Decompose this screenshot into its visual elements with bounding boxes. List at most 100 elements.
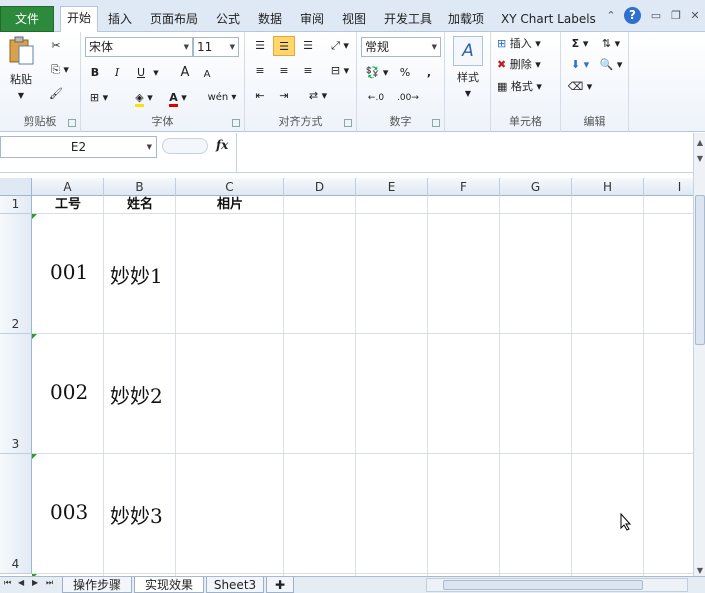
formula-input[interactable] <box>236 133 693 173</box>
align-right-icon[interactable]: ≡ <box>299 61 317 81</box>
tab-addins[interactable]: 加载项 <box>448 8 484 32</box>
phonetic-icon[interactable]: wén ▾ <box>205 88 239 108</box>
cell-employee-id[interactable]: 003 <box>50 500 88 524</box>
scroll-down-small-icon[interactable]: ▼ <box>694 153 705 165</box>
name-box[interactable]: E2 ▼ <box>0 136 157 158</box>
borders-icon[interactable]: ⊞ ▾ <box>87 88 111 108</box>
prev-sheet-icon[interactable]: ◀ <box>18 578 24 587</box>
row-header-3[interactable]: 3 <box>0 334 32 454</box>
currency-icon[interactable]: 💱 ▾ <box>363 63 391 83</box>
align-bottom-icon[interactable]: ☰ <box>299 36 317 56</box>
column-header-e[interactable]: E <box>356 178 428 196</box>
font-color-icon[interactable]: A ▾ <box>165 88 191 108</box>
column-header-i[interactable]: I <box>644 178 693 196</box>
grow-font-button[interactable]: A <box>177 63 193 83</box>
comma-button[interactable]: , <box>421 63 437 83</box>
bold-button[interactable]: B <box>87 63 103 83</box>
cell-b1-name-header[interactable]: 姓名 <box>104 196 176 214</box>
styles-icon[interactable]: A <box>453 36 483 66</box>
underline-dropdown-icon[interactable]: ▼ <box>151 63 161 83</box>
underline-button[interactable]: U <box>133 63 149 83</box>
orientation-icon[interactable]: ⤢ ▾ <box>327 36 353 56</box>
row-header-4[interactable]: 4 <box>0 454 32 574</box>
tab-formulas[interactable]: 公式 <box>216 8 240 32</box>
copy-icon[interactable]: ⎘ ▾ <box>46 60 74 80</box>
insert-cells-button[interactable]: ⊞ 插入 ▾ <box>497 34 559 54</box>
number-format-select[interactable]: 常规 ▼ <box>361 37 441 57</box>
tab-xy-chart-labels[interactable]: XY Chart Labels <box>501 8 596 32</box>
find-select-icon[interactable]: 🔍 ▾ <box>597 55 625 75</box>
fill-color-icon[interactable]: ◈ ▾ <box>131 88 157 108</box>
horizontal-scroll-thumb[interactable] <box>443 580 643 590</box>
font-size-select[interactable]: 11 ▼ <box>193 37 239 57</box>
format-cells-button[interactable]: ▦ 格式 ▾ <box>497 77 559 97</box>
percent-button[interactable]: % <box>397 63 413 83</box>
cut-icon[interactable]: ✂ <box>46 36 66 56</box>
clipboard-launcher-icon[interactable] <box>68 119 76 127</box>
row-header-2[interactable]: 2 <box>0 214 32 334</box>
column-header-h[interactable]: H <box>572 178 644 196</box>
decrease-indent-icon[interactable]: ⇤ <box>251 86 269 106</box>
autosum-button[interactable]: Σ ▾ <box>567 34 593 54</box>
select-all-corner[interactable] <box>0 178 32 196</box>
styles-dropdown-icon[interactable]: ▼ <box>447 84 489 104</box>
cell-employee-id[interactable]: 001 <box>50 260 88 284</box>
vertical-scroll-thumb[interactable] <box>695 195 705 345</box>
tab-developer[interactable]: 开发工具 <box>384 8 432 32</box>
align-middle-icon[interactable]: ☰ <box>273 36 295 56</box>
column-header-b[interactable]: B <box>104 178 176 196</box>
column-header-c[interactable]: C <box>176 178 284 196</box>
increase-decimal-button[interactable]: ←.0 <box>363 88 389 108</box>
font-name-select[interactable]: 宋体 ▼ <box>85 37 193 57</box>
column-header-a[interactable]: A <box>32 178 104 196</box>
italic-button[interactable]: I <box>109 63 125 83</box>
error-indicator-icon[interactable] <box>32 214 37 219</box>
alignment-launcher-icon[interactable] <box>344 119 352 127</box>
last-sheet-icon[interactable]: ⏭ <box>46 578 53 588</box>
window-restore-icon[interactable]: ❐ <box>669 9 683 23</box>
paste-dropdown-icon[interactable]: ▼ <box>4 86 38 106</box>
error-indicator-icon[interactable] <box>32 334 37 339</box>
column-header-f[interactable]: F <box>428 178 500 196</box>
align-top-icon[interactable]: ☰ <box>251 36 269 56</box>
help-icon[interactable]: ? <box>624 7 641 24</box>
vertical-scrollbar[interactable]: ▲ ▼ ▼ <box>693 133 705 576</box>
insert-sheet-icon[interactable]: ✚ <box>266 577 294 593</box>
first-sheet-icon[interactable]: ⏮ <box>4 578 11 588</box>
cell-employee-name[interactable]: 妙妙2 <box>110 380 163 409</box>
error-indicator-icon[interactable] <box>32 454 37 459</box>
format-painter-icon[interactable]: 🖌 <box>46 84 66 104</box>
font-launcher-icon[interactable] <box>232 119 240 127</box>
ribbon-minimize-icon[interactable]: ⌃ <box>604 9 618 23</box>
shrink-font-button[interactable]: A <box>199 65 215 85</box>
increase-indent-icon[interactable]: ⇥ <box>275 86 293 106</box>
wrap-text-icon[interactable]: ⇄ ▾ <box>305 86 331 106</box>
merge-center-icon[interactable]: ⊟ ▾ <box>327 61 353 81</box>
scroll-up-icon[interactable]: ▲ <box>694 137 705 149</box>
decrease-decimal-button[interactable]: .00→ <box>393 88 423 108</box>
cell-a1-id-header[interactable]: 工号 <box>32 196 104 214</box>
tab-view[interactable]: 视图 <box>342 8 366 32</box>
tab-data[interactable]: 数据 <box>258 8 282 32</box>
align-center-icon[interactable]: ≡ <box>275 61 293 81</box>
window-close-icon[interactable]: ✕ <box>688 9 702 23</box>
fill-icon[interactable]: ⬇ ▾ <box>567 55 593 75</box>
cell-employee-name[interactable]: 妙妙3 <box>110 500 163 529</box>
column-header-d[interactable]: D <box>284 178 356 196</box>
horizontal-scrollbar[interactable] <box>426 578 688 592</box>
tab-insert[interactable]: 插入 <box>108 8 132 32</box>
row-header-1[interactable]: 1 <box>0 196 32 214</box>
window-minimize-icon[interactable]: ▭ <box>649 9 663 23</box>
sheet-tab-steps[interactable]: 操作步骤 <box>62 577 132 593</box>
next-sheet-icon[interactable]: ▶ <box>32 578 38 587</box>
delete-cells-button[interactable]: ✖ 删除 ▾ <box>497 55 559 75</box>
tab-file[interactable]: 文件 <box>0 6 54 32</box>
align-left-icon[interactable]: ≡ <box>251 61 269 81</box>
number-launcher-icon[interactable] <box>432 119 440 127</box>
clear-icon[interactable]: ⌫ ▾ <box>567 77 593 97</box>
sheet-tab-sheet3[interactable]: Sheet3 <box>206 577 264 593</box>
sort-filter-icon[interactable]: ⇅ ▾ <box>597 34 625 54</box>
column-header-g[interactable]: G <box>500 178 572 196</box>
tab-page-layout[interactable]: 页面布局 <box>150 8 198 32</box>
cell-employee-id[interactable]: 002 <box>50 380 88 404</box>
